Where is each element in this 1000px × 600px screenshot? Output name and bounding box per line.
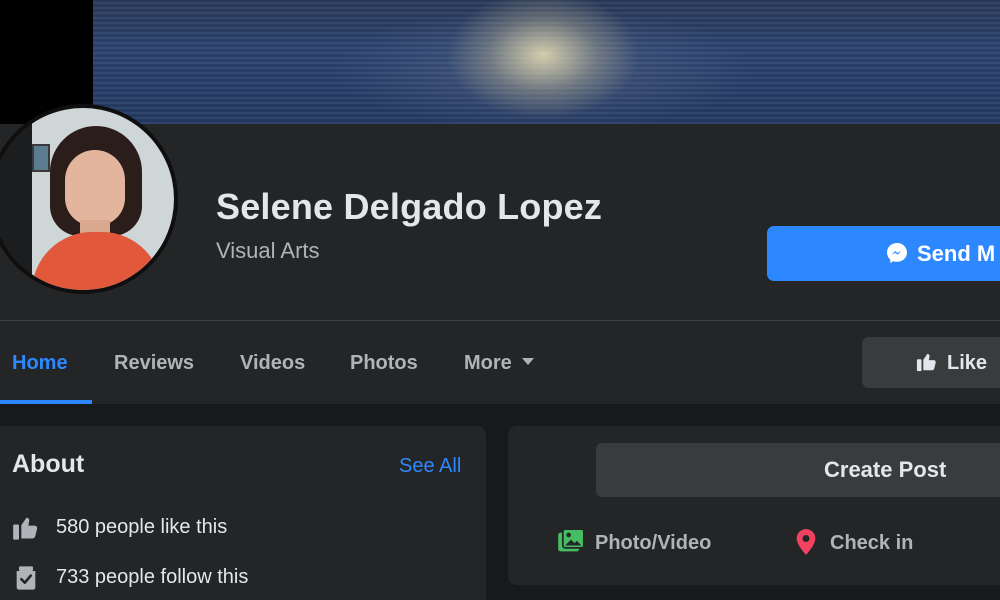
like-button[interactable]: Like bbox=[862, 337, 1000, 388]
caret-down-icon bbox=[521, 358, 534, 366]
like-label: Like bbox=[947, 352, 988, 374]
tab-reviews[interactable]: Reviews bbox=[114, 352, 194, 375]
follow-check-icon bbox=[16, 566, 36, 590]
thumbs-up-icon bbox=[916, 353, 936, 372]
active-tab-indicator bbox=[0, 400, 92, 404]
send-message-label: Send M bbox=[917, 241, 996, 266]
messenger-icon bbox=[887, 243, 907, 263]
about-title: About bbox=[12, 450, 85, 478]
photo-video-label: Photo/Video bbox=[595, 532, 712, 554]
see-all-link[interactable]: See All bbox=[399, 455, 461, 478]
tab-more[interactable]: More bbox=[464, 352, 534, 375]
create-post-button[interactable]: Create Post bbox=[596, 443, 1000, 497]
thumbs-up-icon bbox=[13, 517, 38, 540]
tab-home[interactable]: Home bbox=[12, 352, 68, 375]
cover-photo[interactable] bbox=[93, 0, 1000, 124]
create-post-label: Create Post bbox=[824, 457, 947, 482]
photo-video-icon bbox=[558, 528, 585, 552]
send-message-button[interactable]: Send M bbox=[767, 226, 1000, 281]
location-pin-icon bbox=[796, 529, 816, 555]
check-in-label: Check in bbox=[830, 532, 914, 554]
likes-count-text: 580 people like this bbox=[56, 516, 228, 538]
page-category[interactable]: Visual Arts bbox=[216, 238, 320, 264]
tab-photos[interactable]: Photos bbox=[350, 352, 418, 375]
profile-picture[interactable] bbox=[0, 104, 178, 294]
tab-more-label: More bbox=[464, 352, 512, 374]
avatar bbox=[0, 108, 174, 290]
page-title: Selene Delgado Lopez bbox=[216, 186, 603, 227]
tab-videos[interactable]: Videos bbox=[240, 352, 305, 375]
follows-count-text: 733 people follow this bbox=[56, 566, 249, 588]
